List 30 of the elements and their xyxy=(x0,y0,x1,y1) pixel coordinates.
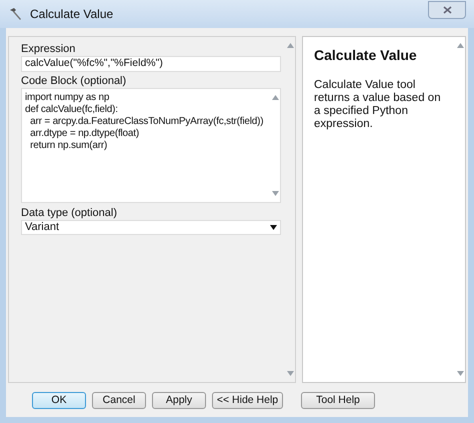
scroll-down-icon[interactable] xyxy=(286,371,294,376)
help-text: Calculate Value tool returns a value based on a specified Python expression. xyxy=(314,79,442,131)
dropdown-value: Variant xyxy=(25,220,60,236)
scroll-down-icon[interactable] xyxy=(272,191,278,196)
field-label: Code Block (optional) xyxy=(21,74,128,88)
help-title: Calculate Value xyxy=(314,46,418,65)
code-block-field[interactable]: import numpy as np def calcValue(fc,field): arr = arcpy.da.FeatureClassToNumPyArray(fc,str(field)) arr.dtype = np.dtype(float) return np.sum(arr) xyxy=(21,88,281,203)
scroll-up-icon[interactable] xyxy=(286,43,294,48)
scroll-down-icon[interactable] xyxy=(456,371,464,376)
hammer-icon xyxy=(8,7,22,21)
window-title: Calculate Value xyxy=(30,6,114,23)
dropdown-caret-icon[interactable] xyxy=(270,225,277,230)
data-type-dropdown[interactable]: Variant xyxy=(21,220,281,235)
code-line: arr = arcpy.da.FeatureClassToNumPyArray(fc,str(field)) xyxy=(29,116,264,128)
field-label: Expression xyxy=(21,42,76,56)
scroll-up-icon[interactable] xyxy=(272,95,278,100)
dialog-button[interactable]: OK xyxy=(32,392,86,408)
close-button[interactable] xyxy=(428,1,466,19)
code-line: return np.sum(arr) xyxy=(29,140,108,152)
code-line: def calcValue(fc,field): xyxy=(25,104,119,116)
dialog-button[interactable]: Tool Help xyxy=(301,392,375,408)
field-label: Data type (optional) xyxy=(21,206,118,220)
dialog-button[interactable]: << Hide Help xyxy=(212,392,283,408)
expression-field[interactable]: calcValue("%fc%","%Field%") xyxy=(21,56,281,72)
scroll-up-icon[interactable] xyxy=(456,43,464,48)
dialog-button[interactable]: Apply xyxy=(152,392,206,408)
close-icon xyxy=(442,6,452,14)
code-line: import numpy as np xyxy=(25,92,110,104)
dialog-button[interactable]: Cancel xyxy=(92,392,146,408)
code-line: arr.dtype = np.dtype(float) xyxy=(29,128,140,140)
